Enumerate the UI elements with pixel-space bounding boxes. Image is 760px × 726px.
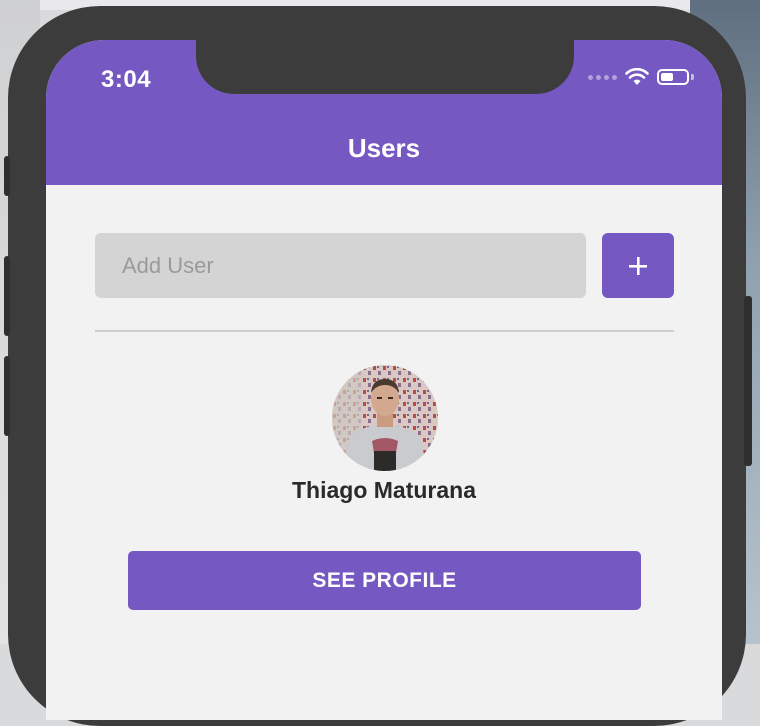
phone-mute-switch [4,156,10,196]
cellular-signal-icon [588,74,617,80]
see-profile-button[interactable]: SEE PROFILE [128,551,641,610]
status-icons [588,68,694,86]
add-user-input[interactable] [95,233,586,298]
status-time: 3:04 [101,66,152,93]
plus-icon [629,256,647,275]
divider [95,330,674,332]
app-screen: 3:04 Users Add User Thiago Maturana SEE … [46,40,722,720]
avatar [332,365,438,471]
add-user-button[interactable] [602,233,674,298]
page-title: Users [347,133,421,163]
user-photo [332,365,438,471]
battery-tip [691,74,694,80]
phone-frame: 3:04 Users Add User Thiago Maturana SEE … [4,6,752,726]
wifi-icon [625,68,649,85]
battery-icon [657,69,689,85]
phone-volume-down [4,356,10,436]
phone-volume-up [4,256,10,336]
phone-notch [196,40,574,94]
user-name: Thiago Maturana [291,477,476,503]
phone-power-button [744,296,752,466]
